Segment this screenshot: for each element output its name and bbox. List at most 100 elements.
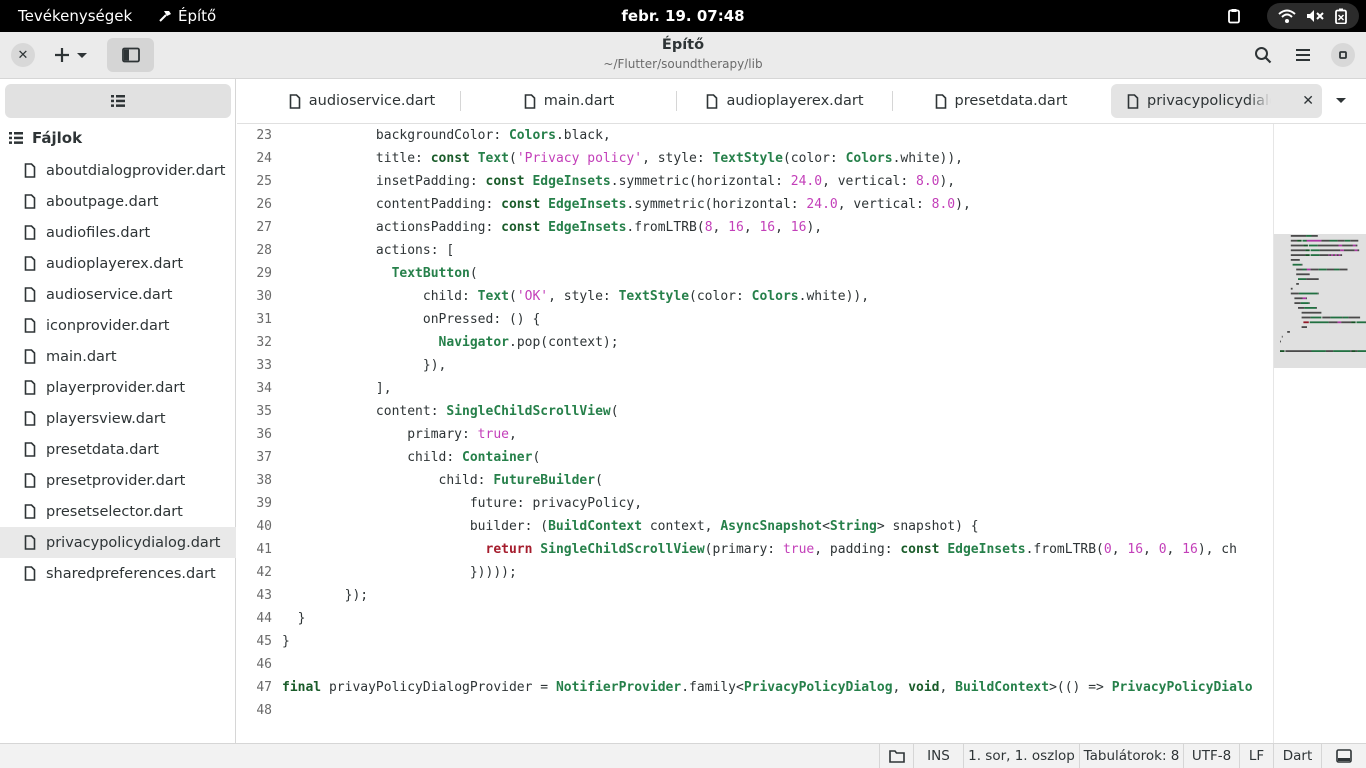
code-editor[interactable]: 23 backgroundColor: Colors.black, 24 titl…	[237, 124, 1273, 743]
file-list-item[interactable]: presetselector.dart	[0, 496, 236, 527]
code-token: onPressed: () {	[282, 312, 541, 327]
file-list-item[interactable]: aboutpage.dart	[0, 186, 236, 217]
close-button[interactable]: ✕	[11, 43, 35, 67]
tab-main[interactable]: main.dart	[477, 84, 661, 118]
clipboard-icon[interactable]	[1226, 8, 1242, 28]
tab-width-selector[interactable]: Tabulátorok: 8	[1079, 744, 1183, 768]
clock[interactable]: febr. 19. 07:48	[621, 7, 744, 25]
minimap-viewport[interactable]	[1274, 234, 1366, 368]
code-text: onPressed: () {	[282, 308, 540, 331]
document-icon	[935, 93, 946, 109]
code-token: .white)),	[798, 289, 870, 304]
code-line: 47 final privayPolicyDialogProvider = Not…	[237, 676, 1273, 699]
code-token: Text	[477, 289, 509, 304]
code-line: 25 insetPadding: const EdgeInsets.symmet…	[237, 170, 1273, 193]
sidebar-toggle-button[interactable]	[107, 38, 154, 72]
tab-audioplayerex[interactable]: audioplayerex.dart	[693, 84, 877, 118]
plus-icon	[55, 48, 69, 62]
code-token: child:	[282, 289, 478, 304]
search-button[interactable]	[1248, 40, 1278, 70]
insert-mode-indicator[interactable]: INS	[913, 744, 963, 768]
code-token: .fromLTRB(	[1025, 542, 1104, 557]
code-token: 24.0	[790, 174, 823, 189]
line-number: 42	[256, 565, 272, 580]
file-list-item[interactable]: audiofiles.dart	[0, 217, 236, 248]
main-menu-button[interactable]	[1288, 40, 1318, 70]
code-text: }))));	[282, 561, 517, 584]
window-subtitle: ~/Flutter/soundtherapy/lib	[603, 57, 763, 71]
sidebar-icon	[121, 47, 140, 63]
tab-label: privacypolicydialog.dart	[1147, 93, 1271, 109]
line-number: 30	[256, 289, 272, 304]
file-list-view-button[interactable]	[5, 84, 231, 118]
file-list-item[interactable]: playersview.dart	[0, 403, 236, 434]
code-text: return SingleChildScrollView(primary: tr…	[282, 538, 1237, 561]
files-section-header[interactable]: Fájlok	[8, 129, 82, 147]
code-line: 44 }	[237, 607, 1273, 630]
line-number: 27	[256, 220, 272, 235]
code-text: title: const Text('Privacy policy', styl…	[282, 147, 963, 170]
folder-icon	[888, 750, 905, 763]
minimap[interactable]	[1273, 124, 1366, 743]
code-token: Colors	[508, 128, 556, 143]
tab-label: audioservice.dart	[308, 93, 436, 109]
code-text: content: SingleChildScrollView(	[282, 400, 619, 423]
file-list-item[interactable]: audioplayerex.dart	[0, 248, 236, 279]
search-icon	[1255, 47, 1272, 64]
tab-privacypolicydialog[interactable]: privacypolicydialog.dart ✕	[1111, 84, 1322, 118]
list-icon	[111, 95, 125, 107]
code-token: ,	[712, 220, 729, 235]
file-list-item[interactable]: main.dart	[0, 341, 236, 372]
document-icon	[1127, 93, 1139, 109]
minimap-preview	[1280, 235, 1366, 352]
close-tab-icon[interactable]: ✕	[1302, 93, 1314, 109]
tab-presetdata[interactable]: presetdata.dart	[909, 84, 1093, 118]
file-list-item[interactable]: sharedpreferences.dart	[0, 558, 236, 589]
line-number: 46	[256, 657, 272, 672]
line-number: 45	[256, 634, 272, 649]
file-list-item[interactable]: audioservice.dart	[0, 279, 236, 310]
terminal-toggle-button[interactable]	[1321, 744, 1366, 768]
cursor-position[interactable]: 1. sor, 1. oszlop	[963, 744, 1079, 768]
files-section-label: Fájlok	[32, 129, 83, 147]
code-line: 28 actions: [	[237, 239, 1273, 262]
code-text: Navigator.pop(context);	[282, 331, 619, 354]
file-list-item[interactable]: presetprovider.dart	[0, 465, 236, 496]
document-icon	[24, 442, 36, 457]
code-text: }	[282, 607, 306, 630]
code-line: 41 return SingleChildScrollView(primary:…	[237, 538, 1273, 561]
activities-button[interactable]: Tevékenységek	[18, 7, 132, 25]
minimize-button[interactable]	[1331, 43, 1355, 67]
menu-icon	[1296, 49, 1310, 61]
file-list-item[interactable]: playerprovider.dart	[0, 372, 236, 403]
new-document-button[interactable]	[50, 39, 94, 71]
code-token: ),	[955, 197, 971, 212]
tab-label: presetdata.dart	[954, 93, 1068, 109]
app-menu[interactable]: Építő	[158, 7, 216, 25]
file-list-item[interactable]: presetdata.dart	[0, 434, 236, 465]
sidebar: Fájlok aboutdialogprovider.dart aboutpage…	[0, 79, 236, 743]
file-list-item[interactable]: aboutdialogprovider.dart	[0, 155, 236, 186]
system-top-bar: Tevékenységek Építő febr. 19. 07:48	[0, 0, 1366, 32]
file-list-item-label: aboutpage.dart	[46, 193, 159, 210]
tab-overflow-menu-button[interactable]	[1333, 92, 1349, 112]
line-number: 36	[256, 427, 272, 442]
code-token: privayPolicyDialogProvider =	[321, 680, 556, 695]
code-token: backgroundColor:	[282, 128, 509, 143]
language-selector[interactable]: Dart	[1273, 744, 1321, 768]
tab-audioservice[interactable]: audioservice.dart	[277, 84, 447, 118]
code-token: final	[282, 680, 322, 695]
file-list-item[interactable]: privacypolicydialog.dart	[0, 527, 236, 558]
code-token: , padding:	[814, 542, 901, 557]
open-folder-button[interactable]	[879, 744, 913, 768]
encoding-selector[interactable]: UTF-8	[1183, 744, 1239, 768]
line-number: 32	[256, 335, 272, 350]
file-list-item[interactable]: iconprovider.dart	[0, 310, 236, 341]
code-line: 34 ],	[237, 377, 1273, 400]
code-text: ],	[282, 377, 392, 400]
battery-icon	[1335, 8, 1347, 24]
line-ending-selector[interactable]: LF	[1239, 744, 1273, 768]
system-status-menu[interactable]	[1267, 3, 1359, 29]
minimize-icon	[1339, 51, 1347, 59]
